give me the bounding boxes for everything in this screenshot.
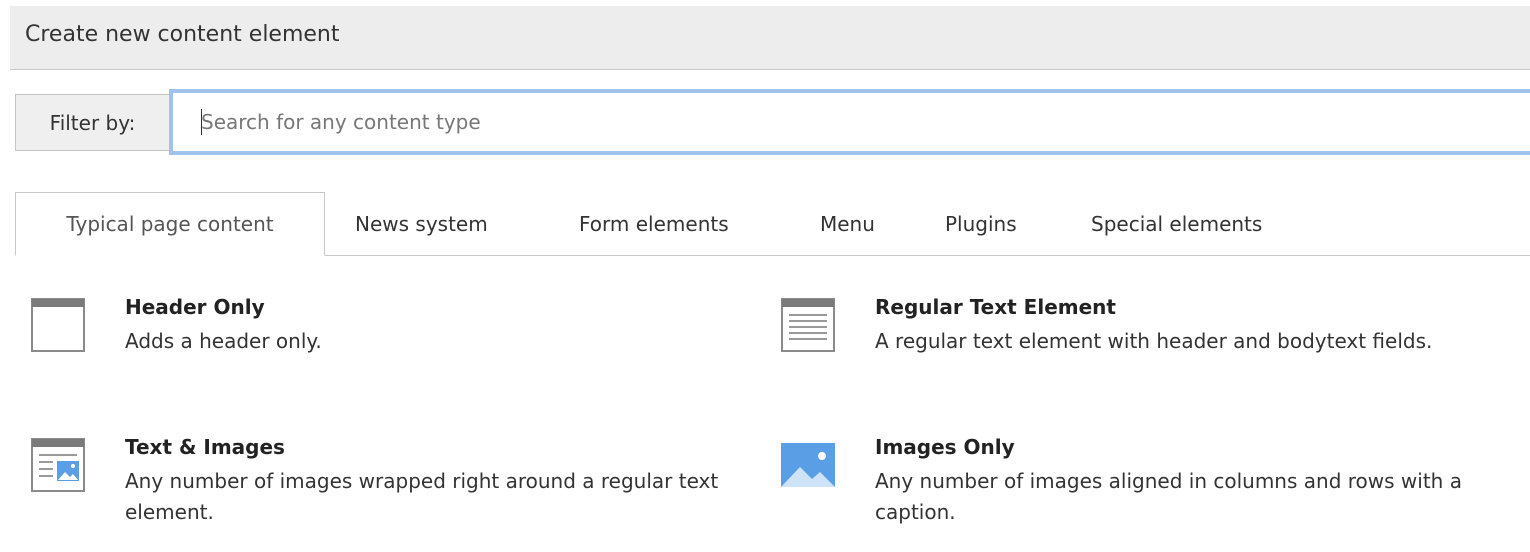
content-element-text-images[interactable]: Text & Images Any number of images wrapp… (30, 435, 750, 545)
tab-menu[interactable]: Menu (820, 192, 875, 255)
element-description: Adds a header only. (125, 329, 322, 353)
header-only-icon (31, 298, 85, 352)
tab-plugins[interactable]: Plugins (945, 192, 1017, 255)
element-description: Any number of images aligned in columns … (875, 469, 1462, 524)
text-images-icon (31, 438, 85, 492)
dialog-title-bar: Create new content element (10, 6, 1530, 70)
element-description: A regular text element with header and b… (875, 329, 1433, 353)
element-title: Header Only (125, 295, 265, 319)
images-only-icon (781, 443, 835, 487)
search-field-wrapper[interactable] (169, 89, 1530, 155)
tab-typical-page-content[interactable]: Typical page content (15, 192, 325, 256)
element-description: Any number of images wrapped right aroun… (125, 469, 719, 524)
element-title: Text & Images (125, 435, 285, 459)
tab-news-system[interactable]: News system (355, 192, 488, 255)
content-element-regular-text[interactable]: Regular Text Element A regular text elem… (780, 295, 1520, 405)
filter-bar: Filter by: (15, 89, 1530, 155)
element-title: Regular Text Element (875, 295, 1116, 319)
tab-special-elements[interactable]: Special elements (1091, 192, 1262, 255)
content-element-header-only[interactable]: Header Only Adds a header only. (30, 295, 730, 375)
regular-text-icon (781, 298, 835, 352)
dialog-title: Create new content element (25, 22, 340, 47)
search-input[interactable] (201, 107, 1501, 137)
text-caret (201, 109, 202, 135)
tab-form-elements[interactable]: Form elements (579, 192, 729, 255)
element-title: Images Only (875, 435, 1015, 459)
content-element-images-only[interactable]: Images Only Any number of images aligned… (780, 435, 1520, 545)
content-type-tabs: Typical page content News system Form el… (15, 192, 1530, 256)
filter-label: Filter by: (15, 94, 170, 151)
